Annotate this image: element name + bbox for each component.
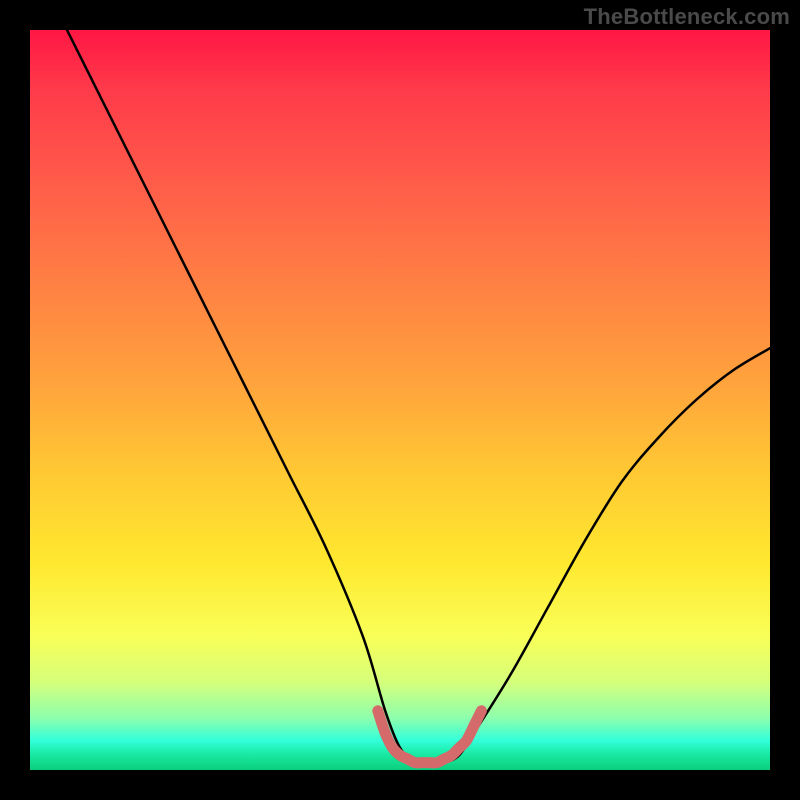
- curve-overlay: [30, 30, 770, 770]
- chart-container: TheBottleneck.com: [0, 0, 800, 800]
- watermark-text: TheBottleneck.com: [584, 4, 790, 30]
- valley-highlight: [378, 711, 482, 763]
- plot-area: [30, 30, 770, 770]
- bottleneck-curve: [67, 30, 770, 764]
